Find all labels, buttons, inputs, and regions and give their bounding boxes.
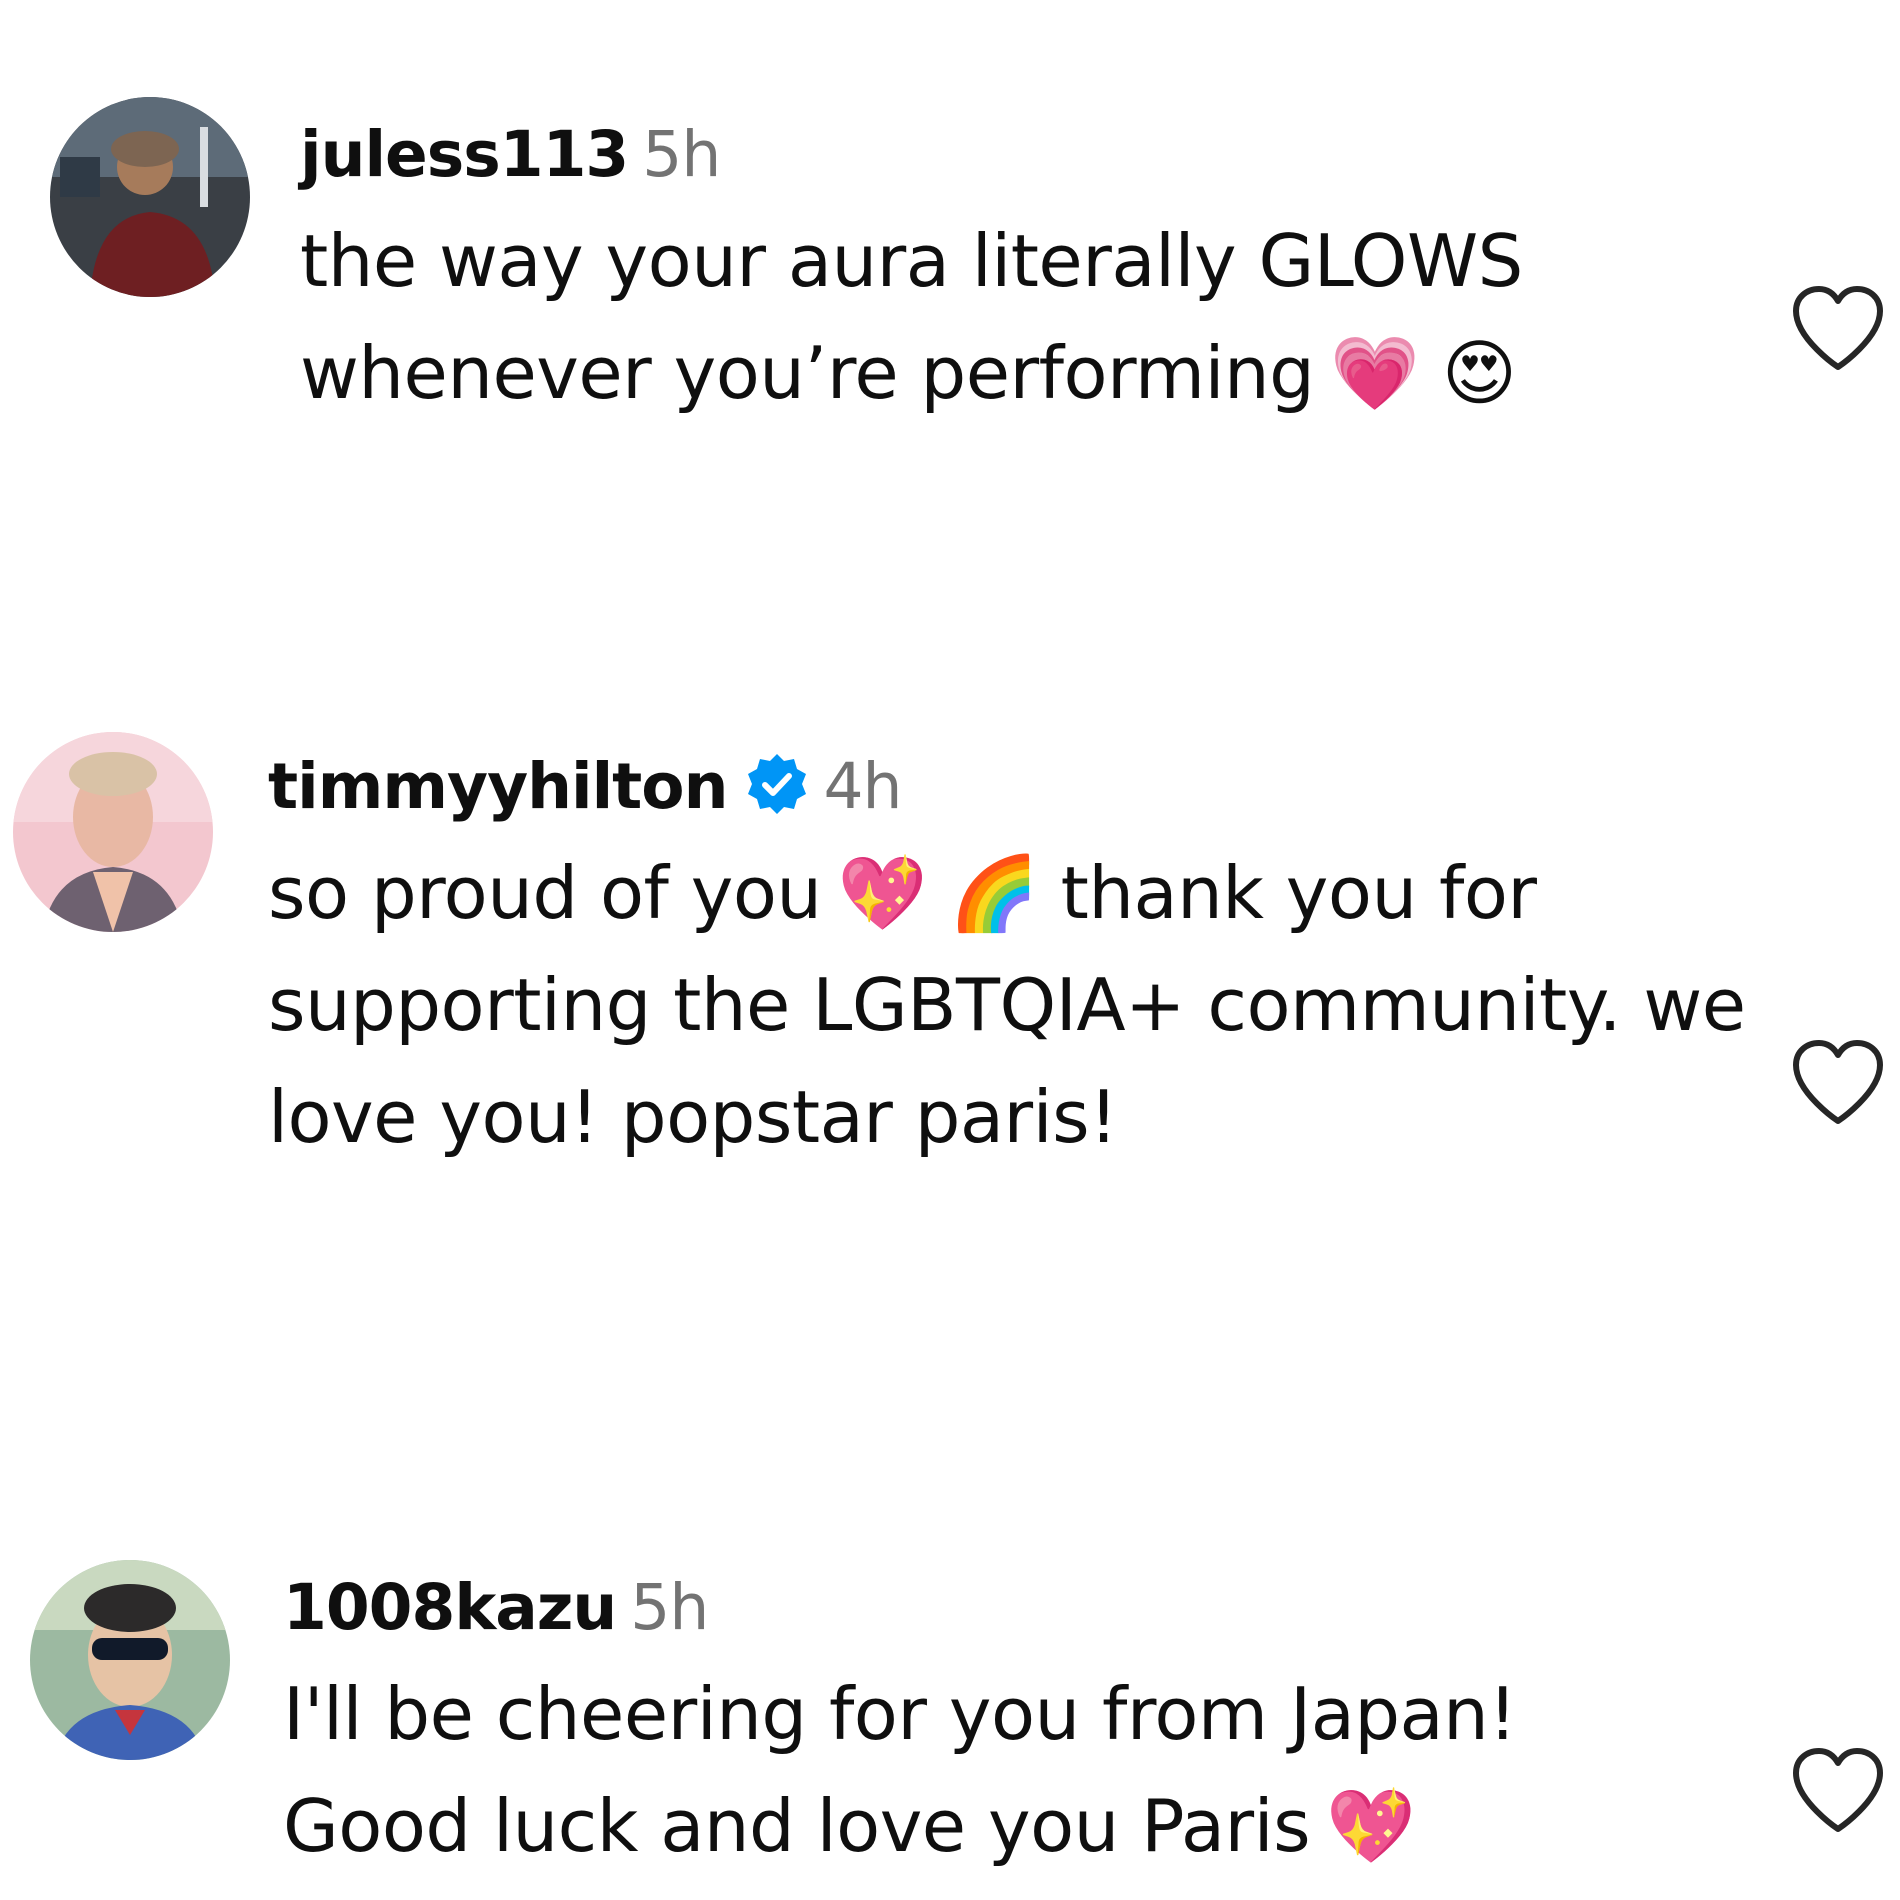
username[interactable]: juless113 [300, 118, 629, 191]
comment-emojis: 💗 😍 [1330, 331, 1517, 415]
like-button[interactable] [1788, 1745, 1888, 1835]
comment-body: juless113 5h the way your aura literally … [300, 115, 1740, 429]
like-button[interactable] [1788, 283, 1888, 373]
username[interactable]: timmyyhilton [268, 750, 728, 823]
comment-body: timmyyhilton 4h so proud of you 💖 🌈 thank… [268, 747, 1746, 1173]
comment-text: I'll be cheering for you from Japan! Goo… [283, 1658, 1683, 1882]
avatar[interactable] [30, 1560, 230, 1760]
heart-outline-icon [1793, 286, 1883, 370]
heart-outline-icon [1793, 1748, 1883, 1832]
comment-body: 1008kazu 5h I'll be cheering for you from… [283, 1568, 1723, 1882]
comment-emojis: 💖 🌈 [837, 851, 1039, 935]
comment-text-start: so proud of you [268, 851, 822, 935]
comment-meta: juless113 5h [300, 115, 1740, 195]
like-button[interactable] [1788, 1037, 1888, 1127]
comment-meta: 1008kazu 5h [283, 1568, 1723, 1648]
comment-text: the way your aura literally GLOWS whenev… [300, 205, 1660, 429]
verified-badge-icon [748, 754, 807, 814]
avatar[interactable] [50, 97, 250, 297]
comment-text: so proud of you 💖 🌈 thank you for support… [268, 837, 1768, 1173]
comment-meta: timmyyhilton 4h [268, 747, 1708, 827]
timestamp[interactable]: 4h [823, 750, 902, 823]
avatar[interactable] [13, 732, 213, 932]
timestamp[interactable]: 5h [642, 118, 721, 191]
heart-outline-icon [1793, 1040, 1883, 1124]
comment-emojis: 💖 [1326, 1784, 1416, 1868]
timestamp[interactable]: 5h [630, 1571, 709, 1644]
username[interactable]: 1008kazu [283, 1571, 617, 1644]
